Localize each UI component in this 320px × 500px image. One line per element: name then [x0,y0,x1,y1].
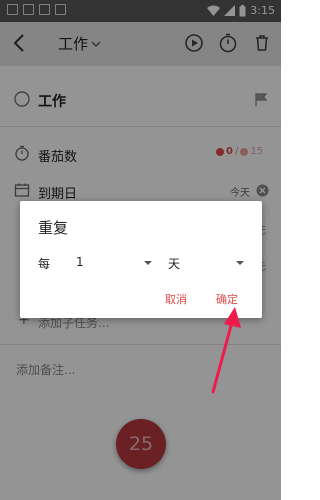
annotation-arrow [211,307,241,394]
